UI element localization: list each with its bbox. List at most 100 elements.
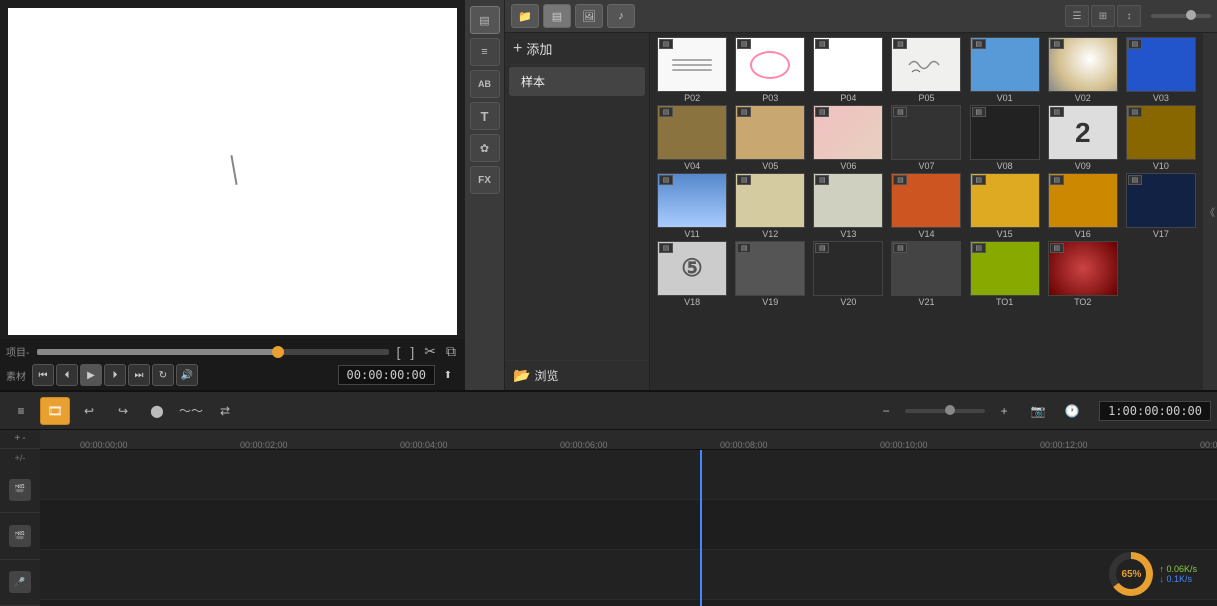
list-item[interactable]: ▤ V07: [888, 105, 964, 171]
timeline-time-code: 1:00:00:00:00: [1099, 401, 1211, 421]
ruler-mark: 00:00:04;00: [400, 440, 448, 450]
title-tool-btn[interactable]: T: [470, 102, 500, 130]
volume-btn[interactable]: 🔊: [176, 364, 198, 386]
list-item[interactable]: ▤ V01: [967, 37, 1043, 103]
list-item[interactable]: ▤ V03: [1123, 37, 1199, 103]
image-tab[interactable]: 🖼: [575, 4, 603, 28]
progress-fill: [37, 349, 283, 355]
track-row-2: [40, 500, 1217, 550]
zoom-thumb: [1186, 10, 1196, 20]
list-item[interactable]: ▤ V19: [732, 241, 808, 307]
remove-track-btn[interactable]: -: [22, 433, 25, 444]
list-item[interactable]: ▤ V13: [810, 173, 886, 239]
list-item[interactable]: ▤ V06: [810, 105, 886, 171]
media-tabs: 📁 ▤ 🖼 ♪ ☰ ⊞ ↕: [505, 0, 1217, 33]
color-btn[interactable]: ⬤: [142, 397, 172, 425]
transitions-btn[interactable]: ⇄: [210, 397, 240, 425]
video-tool-btn[interactable]: ▤: [470, 6, 500, 34]
effects-tool-btn[interactable]: ✿: [470, 134, 500, 162]
top-section: 项目- [ ] ✂ ⧉ 素材 ⏮ ⏴ ▶ ⏵ ⏭ ↻ 🔊 00:00:00:00: [0, 0, 1217, 390]
play-btn[interactable]: ▶: [80, 364, 102, 386]
list-item[interactable]: ▤ TO1: [967, 241, 1043, 307]
zoom-in-btn[interactable]: +: [989, 397, 1019, 425]
list-item[interactable]: ▤ V08: [967, 105, 1043, 171]
add-track-btn[interactable]: +: [14, 433, 20, 444]
list-item[interactable]: ▤ V05: [732, 105, 808, 171]
track-adjust-label: +/-: [15, 453, 26, 463]
media-grid: ▤ P02 ▤: [654, 37, 1199, 307]
material-label: 素材: [6, 368, 26, 383]
list-view-btn[interactable]: ☰: [1065, 5, 1089, 27]
list-item[interactable]: ▤ P02: [654, 37, 730, 103]
fx-tool-btn[interactable]: FX: [470, 166, 500, 194]
folder-tab[interactable]: 📁: [511, 4, 539, 28]
collapse-btn[interactable]: 《: [1203, 33, 1217, 390]
zoom-out-btn[interactable]: −: [871, 397, 901, 425]
sort-btn[interactable]: ↕: [1117, 5, 1141, 27]
ruler-mark: 00:00:02;00: [240, 440, 288, 450]
copy-btn[interactable]: ⧉: [443, 343, 459, 360]
thumb-V13: ▤: [813, 173, 883, 228]
list-item[interactable]: ▤ V14: [888, 173, 964, 239]
list-item[interactable]: ▤ V16: [1045, 173, 1121, 239]
timeline-toggle-btn[interactable]: ≡: [6, 397, 36, 425]
grid-view-btn[interactable]: ⊞: [1091, 5, 1115, 27]
track-3-icon[interactable]: 🎤: [9, 571, 31, 593]
list-item[interactable]: ▤ V02: [1045, 37, 1121, 103]
thumb-V05: ▤: [735, 105, 805, 160]
text-tool-btn[interactable]: AB: [470, 70, 500, 98]
progress-bar[interactable]: [37, 349, 389, 355]
thumb-V12: ▤: [735, 173, 805, 228]
network-percentage: 65%: [1116, 559, 1146, 589]
list-item[interactable]: ▤ V04: [654, 105, 730, 171]
thumb-V10: ▤: [1126, 105, 1196, 160]
thumb-V08: ▤: [970, 105, 1040, 160]
browse-row: 📂 浏览: [505, 360, 649, 390]
bracket-left[interactable]: [: [393, 344, 403, 360]
snapshot-btn[interactable]: 📷: [1023, 397, 1053, 425]
track-adjust-row: +/-: [0, 449, 40, 468]
list-item[interactable]: ▤ V12: [732, 173, 808, 239]
controls-row: 素材 ⏮ ⏴ ▶ ⏵ ⏭ ↻ 🔊 00:00:00:00 ⬆: [6, 364, 459, 386]
audio-tool-btn[interactable]: ≡: [470, 38, 500, 66]
list-item[interactable]: ▤ P05: [888, 37, 964, 103]
track-1-icon[interactable]: 🎬: [9, 479, 31, 501]
list-item[interactable]: ▤ V21: [888, 241, 964, 307]
track-2-icon[interactable]: 🎬: [9, 525, 31, 547]
browse-label[interactable]: 浏览: [534, 367, 558, 384]
prev-start-btn[interactable]: ⏮: [32, 364, 54, 386]
track-select-btn[interactable]: 🎞: [40, 397, 70, 425]
list-item[interactable]: ▤ P04: [810, 37, 886, 103]
list-item[interactable]: ▤: [810, 241, 886, 307]
list-item[interactable]: ▤ V10: [1123, 105, 1199, 171]
cut-btn[interactable]: ✂: [421, 343, 439, 360]
list-item[interactable]: ▤ ⑤ V18: [654, 241, 730, 307]
audio-waves-btn[interactable]: 〜〜: [176, 397, 206, 425]
loop-btn[interactable]: ↻: [152, 364, 174, 386]
add-label[interactable]: 添加: [526, 39, 552, 58]
prev-frame-btn[interactable]: ⏴: [56, 364, 78, 386]
track-1-header: 🎬: [0, 467, 40, 513]
clock-btn[interactable]: 🕐: [1057, 397, 1087, 425]
undo-btn[interactable]: ↩: [74, 397, 104, 425]
list-item[interactable]: ▤ TO2: [1045, 241, 1121, 307]
next-frame-btn[interactable]: ⏵: [104, 364, 126, 386]
ruler-mark: 00:00:08;00: [720, 440, 768, 450]
zoom-slider[interactable]: [1151, 14, 1211, 18]
thumb-V18: ▤ ⑤: [657, 241, 727, 296]
time-adjust-btn[interactable]: ⬆: [437, 364, 459, 386]
redo-btn[interactable]: ↪: [108, 397, 138, 425]
zoom-bar-thumb: [945, 405, 955, 415]
bracket-right[interactable]: ]: [407, 344, 417, 360]
next-end-btn[interactable]: ⏭: [128, 364, 150, 386]
list-item[interactable]: ▤ V15: [967, 173, 1043, 239]
list-item[interactable]: ▤ P03: [732, 37, 808, 103]
list-item[interactable]: ▤ V17: [1123, 173, 1199, 239]
audio-tab[interactable]: ♪: [607, 4, 635, 28]
zoom-bar[interactable]: [905, 409, 985, 413]
list-item[interactable]: ▤ V11: [654, 173, 730, 239]
media-content: + 添加 样本 📂 浏览 ▤: [505, 33, 1217, 390]
list-item[interactable]: ▤ 2 V09: [1045, 105, 1121, 171]
category-sample[interactable]: 样本: [509, 67, 645, 96]
video-tab[interactable]: ▤: [543, 4, 571, 28]
